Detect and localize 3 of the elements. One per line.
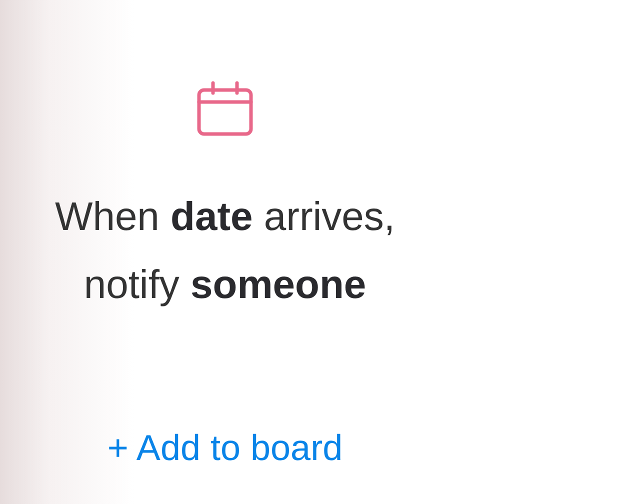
add-to-board-link[interactable]: + Add to board: [107, 427, 343, 469]
recipe-sentence: When date arrives, notify someone: [54, 194, 396, 309]
calendar-icon: [196, 81, 254, 137]
